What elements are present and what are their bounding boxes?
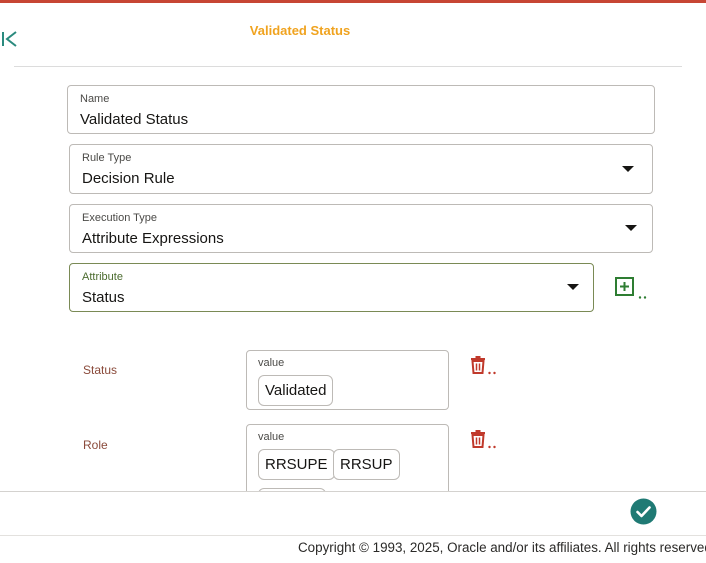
attribute-value: Status [82,289,125,306]
trash-icon [471,356,496,375]
add-attribute-button[interactable] [614,276,650,300]
execution-type-label: Execution Type [82,212,158,224]
value-label: value [258,357,285,369]
delete-status-button[interactable] [470,356,500,376]
value-chip[interactable]: RRSUP [333,449,400,480]
execution-type-value: Attribute Expressions [82,230,224,247]
attribute-label: Attribute [82,271,123,283]
execution-type-select[interactable]: Execution Type Attribute Expressions [69,204,653,253]
chevron-down-icon[interactable] [567,284,579,290]
delete-role-button[interactable] [470,430,500,450]
expression-label-role: Role [83,438,108,452]
name-value: Validated Status [80,111,189,128]
chevron-down-icon[interactable] [622,166,634,172]
expression-label-status: Status [83,363,118,377]
copyright-text: Copyright © 1993, 2025, Oracle and/or it… [298,540,706,555]
header-divider [14,66,682,67]
page-title: Validated Status [249,23,351,38]
value-label: value [258,431,285,443]
value-chip[interactable]: RRSUPE [258,449,335,480]
action-footer [0,491,706,536]
confirm-button[interactable] [630,498,657,525]
attribute-select[interactable]: Attribute Status [69,263,594,312]
chevron-down-icon[interactable] [625,225,637,231]
add-box-icon [615,277,647,299]
value-chip[interactable]: Validated [258,375,334,406]
name-field[interactable]: Name Validated Status [67,85,655,134]
name-label: Name [80,93,110,105]
trash-icon [471,430,496,449]
rule-type-value: Decision Rule [82,170,175,187]
status-value-input[interactable]: value Validated [246,350,449,410]
check-circle-icon [630,498,657,525]
rule-type-select[interactable]: Rule Type Decision Rule [69,144,653,194]
rule-type-label: Rule Type [82,152,132,164]
brand-top-bar [0,0,706,3]
